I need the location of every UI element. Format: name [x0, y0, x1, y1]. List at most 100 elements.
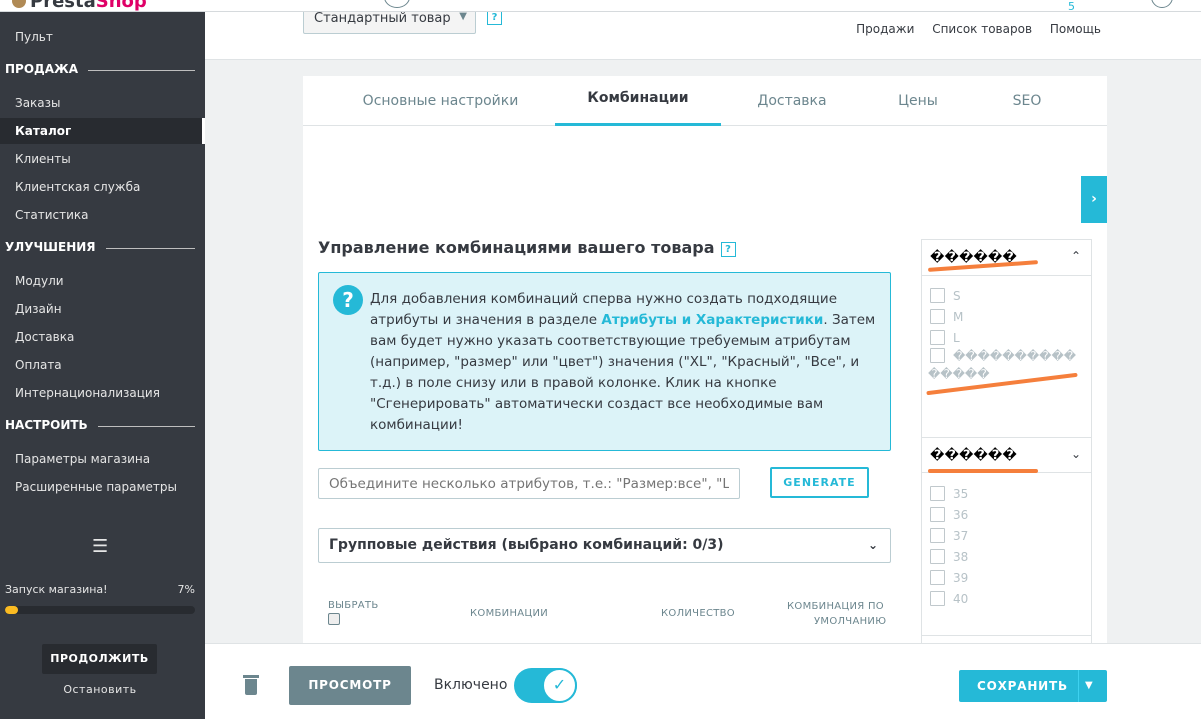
stop-link[interactable]: Остановить	[0, 683, 200, 696]
attribute-option[interactable]: 35	[930, 486, 968, 506]
column-select: ВЫБРАТЬ	[328, 600, 379, 611]
trash-icon[interactable]	[243, 675, 259, 695]
divider	[922, 635, 1091, 636]
product-tabs: Основные настройки Комбинации Доставка Ц…	[303, 76, 1107, 126]
option-label: 35	[953, 487, 969, 501]
check-icon: ✓	[542, 668, 577, 703]
checkbox[interactable]	[930, 486, 945, 501]
sidebar-item-customers[interactable]: Клиенты	[0, 146, 205, 172]
option-label: 37	[953, 529, 969, 543]
sidebar-item-stats[interactable]: Статистика	[0, 202, 205, 228]
combine-attributes-input[interactable]	[318, 468, 740, 499]
attribute-option[interactable]: L	[930, 330, 960, 350]
attribute-option[interactable]: 37	[930, 528, 968, 548]
help-icon[interactable]: ?	[720, 242, 736, 257]
info-text-part2: . Затем вам будет нужно указать соответс…	[370, 312, 876, 433]
logo-text-shop: Shop	[95, 0, 147, 12]
help-icon[interactable]: ?	[487, 10, 502, 25]
caret-down-icon[interactable]: ▼	[1085, 670, 1094, 702]
combinations-title-text: Управление комбинациями вашего товара	[318, 238, 715, 257]
enabled-toggle[interactable]: ✓	[514, 668, 577, 703]
attribute-group-header[interactable]: ������ ⌄	[922, 437, 1091, 473]
option-label: M	[953, 310, 964, 324]
attribute-group-header[interactable]: ������ ⌃	[922, 240, 1091, 276]
attribute-option[interactable]: S	[930, 288, 961, 308]
sidebar-item-modules[interactable]: Модули	[0, 268, 205, 294]
sidebar-item-design[interactable]: Дизайн	[0, 296, 205, 322]
header-link-help[interactable]: Помощь	[1050, 22, 1101, 36]
logo-text: Presta	[30, 0, 96, 12]
tab-pricing[interactable]: Цены	[873, 76, 963, 126]
expand-panel-button[interactable]: ›	[1081, 176, 1107, 223]
sidebar-item-dashboard[interactable]: Пульт	[0, 24, 205, 50]
quick-access-icon[interactable]	[384, 0, 410, 8]
save-button[interactable]: СОХРАНИТЬ ▼	[959, 670, 1107, 702]
checkbox[interactable]	[930, 309, 945, 324]
column-default-combination: КОМБИНАЦИЯ ПО	[787, 601, 884, 612]
select-all-checkbox[interactable]	[328, 613, 340, 625]
sidebar-item-payment[interactable]: Оплата	[0, 352, 205, 378]
sidebar-item-shop-parameters[interactable]: Параметры магазина	[0, 446, 205, 472]
info-alert: ? Для добавления комбинаций сперва нужно…	[318, 272, 891, 451]
sidebar: Пульт ПРОДАЖА Заказы Каталог Клиенты Кли…	[0, 12, 205, 719]
user-avatar-icon[interactable]	[1151, 0, 1173, 8]
option-label: 40	[953, 592, 969, 606]
prestashop-logo-icon	[12, 0, 26, 8]
column-combinations: КОМБИНАЦИИ	[470, 608, 549, 619]
sidebar-item-customer-service[interactable]: Клиентская служба	[0, 174, 205, 200]
column-quantity: КОЛИЧЕСТВО	[661, 608, 735, 619]
chevron-up-icon: ⌃	[1070, 249, 1081, 263]
sidebar-section-label: УЛУЧШЕНИЯ	[5, 240, 106, 254]
checkbox[interactable]	[930, 348, 945, 363]
redaction-scribble	[928, 469, 1038, 473]
sidebar-section-configure: НАСТРОИТЬ	[5, 418, 195, 438]
info-text: Для добавления комбинаций сперва нужно с…	[370, 289, 880, 436]
option-label: �����	[928, 367, 990, 381]
chevron-down-icon: ⌄	[867, 538, 878, 552]
checkbox[interactable]	[930, 288, 945, 303]
attribute-option[interactable]: 40	[930, 591, 968, 611]
logo[interactable]: PrestaShop	[30, 0, 147, 12]
bulk-actions-dropdown[interactable]: Групповые действия (выбрано комбинаций: …	[318, 528, 891, 563]
notifications-badge[interactable]: 5	[1068, 0, 1075, 13]
attribute-option[interactable]: M	[930, 309, 963, 329]
checkbox[interactable]	[930, 570, 945, 585]
page-header: Стандартный товар ▼ ? Продажи Список тов…	[205, 4, 1201, 60]
tab-combinations[interactable]: Комбинации	[555, 76, 721, 126]
continue-button[interactable]: ПРОДОЛЖИТЬ	[42, 644, 157, 674]
question-icon: ?	[333, 285, 363, 315]
option-label: 39	[953, 571, 969, 585]
sidebar-item-international[interactable]: Интернационализация	[0, 380, 205, 406]
header-link-sales[interactable]: Продажи	[856, 22, 914, 36]
enabled-label: Включено	[434, 677, 508, 693]
launch-text: Запуск магазина!	[5, 583, 108, 596]
tab-basic-settings[interactable]: Основные настройки	[353, 76, 528, 126]
checkbox[interactable]	[930, 507, 945, 522]
hamburger-menu-icon[interactable]: ☰	[92, 536, 108, 557]
attributes-features-link[interactable]: Атрибуты и Характеристики	[601, 312, 823, 328]
generate-button[interactable]: GENERATE	[770, 467, 869, 498]
checkbox[interactable]	[930, 528, 945, 543]
sidebar-item-orders[interactable]: Заказы	[0, 90, 205, 116]
checkbox[interactable]	[930, 591, 945, 606]
sidebar-section-improve: УЛУЧШЕНИЯ	[5, 240, 195, 260]
attribute-option[interactable]: ����������	[930, 348, 1076, 368]
tab-seo[interactable]: SEO	[993, 76, 1061, 126]
option-label: 38	[953, 550, 969, 564]
sidebar-section-label: НАСТРОИТЬ	[5, 418, 98, 432]
launch-progress-fill	[5, 606, 19, 614]
product-type-value: Стандартный товар	[314, 11, 451, 26]
checkbox[interactable]	[930, 330, 945, 345]
header-link-product-list[interactable]: Список товаров	[932, 22, 1032, 36]
sidebar-item-catalog[interactable]: Каталог	[0, 118, 205, 144]
checkbox[interactable]	[930, 549, 945, 564]
chevron-down-icon: ⌄	[1070, 447, 1081, 461]
attribute-option[interactable]: 39	[930, 570, 968, 590]
attribute-option[interactable]: 36	[930, 507, 968, 527]
caret-down-icon: ▼	[459, 11, 467, 22]
sidebar-item-advanced-parameters[interactable]: Расширенные параметры	[0, 474, 205, 500]
tab-shipping[interactable]: Доставка	[743, 76, 841, 126]
attribute-option[interactable]: 38	[930, 549, 968, 569]
preview-button[interactable]: ПРОСМОТР	[289, 666, 411, 705]
sidebar-item-shipping[interactable]: Доставка	[0, 324, 205, 350]
